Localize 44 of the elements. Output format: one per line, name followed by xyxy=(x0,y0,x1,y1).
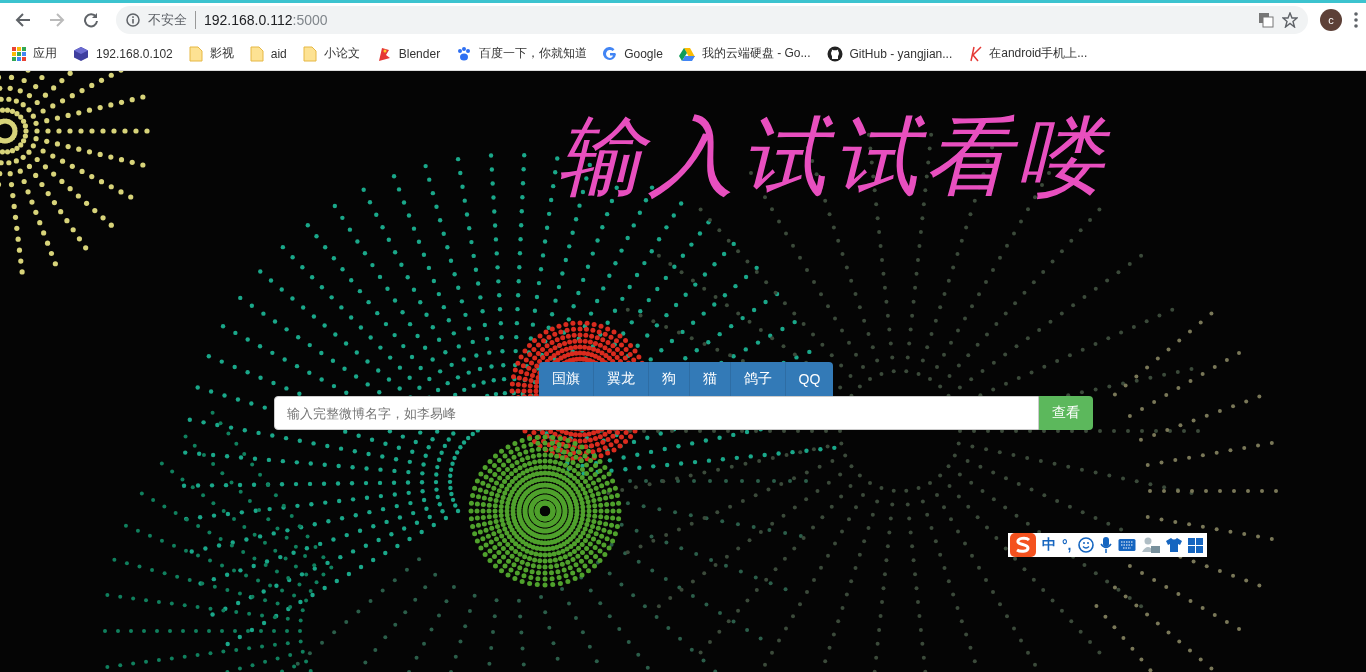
input-mode-toggle[interactable]: 中 xyxy=(1042,536,1056,554)
smiley-icon[interactable] xyxy=(1077,537,1094,553)
bookmark-link[interactable]: 小论文 xyxy=(323,45,360,62)
microphone-icon[interactable] xyxy=(1099,537,1112,553)
preset-button[interactable]: 狗 xyxy=(648,362,690,396)
page-heading: 输入试试看喽 xyxy=(557,105,1109,208)
grid-icon[interactable] xyxy=(1187,537,1203,553)
profile-avatar[interactable]: c xyxy=(1320,9,1342,31)
translate-icon[interactable] xyxy=(1258,12,1274,28)
bookmark-link[interactable]: 我的云端硬盘 - Go... xyxy=(701,45,811,62)
apps-grid-icon[interactable] xyxy=(12,46,26,61)
bookmark-link[interactable]: Google xyxy=(624,46,663,61)
address-bar[interactable]: 不安全 192.168.0.112:5000 xyxy=(116,6,1308,34)
drive-icon[interactable] xyxy=(678,46,695,61)
preset-button[interactable]: 鸽子 xyxy=(730,362,786,396)
preset-button[interactable]: QQ xyxy=(785,362,834,396)
bookmark-link[interactable]: GitHub - yangjian... xyxy=(849,46,953,61)
search-input[interactable]: 输入完整微博名字，如李易峰 xyxy=(273,396,1039,430)
k-logo-icon[interactable] xyxy=(968,45,983,62)
bookmark-link[interactable]: 192.168.0.102 xyxy=(96,46,173,61)
user-icon[interactable] xyxy=(1141,537,1160,553)
back-arrow-icon[interactable] xyxy=(15,12,31,28)
star-icon[interactable] xyxy=(1282,12,1298,28)
security-label: 不安全 xyxy=(148,11,196,29)
bookmark-link[interactable]: aid xyxy=(270,46,287,61)
cube-icon[interactable] xyxy=(73,45,89,62)
g-logo-icon[interactable] xyxy=(603,46,618,61)
url-text: 192.168.0.112:5000 xyxy=(204,12,328,28)
info-icon[interactable] xyxy=(126,13,140,27)
paw-icon[interactable] xyxy=(456,45,473,62)
preset-button[interactable]: 翼龙 xyxy=(593,362,649,396)
bookmark-link[interactable]: Blender xyxy=(398,46,441,61)
shirt-icon[interactable] xyxy=(1165,537,1182,553)
punctuation-toggle[interactable]: °, xyxy=(1062,537,1072,553)
preset-button[interactable]: 猫 xyxy=(689,362,731,396)
bookmark-link[interactable]: 应用 xyxy=(33,45,57,62)
sogou-logo-icon[interactable] xyxy=(1010,533,1036,557)
bookmark-link[interactable]: 百度一下，你就知道 xyxy=(479,45,588,62)
preset-button[interactable]: 国旗 xyxy=(538,362,594,396)
bookmark-link[interactable]: 影视 xyxy=(209,45,234,62)
bookmark-link[interactable]: 在android手机上... xyxy=(989,45,1088,62)
keyboard-icon[interactable] xyxy=(1117,538,1136,552)
reload-icon[interactable] xyxy=(83,12,99,28)
more-menu-icon[interactable] xyxy=(1354,12,1358,28)
